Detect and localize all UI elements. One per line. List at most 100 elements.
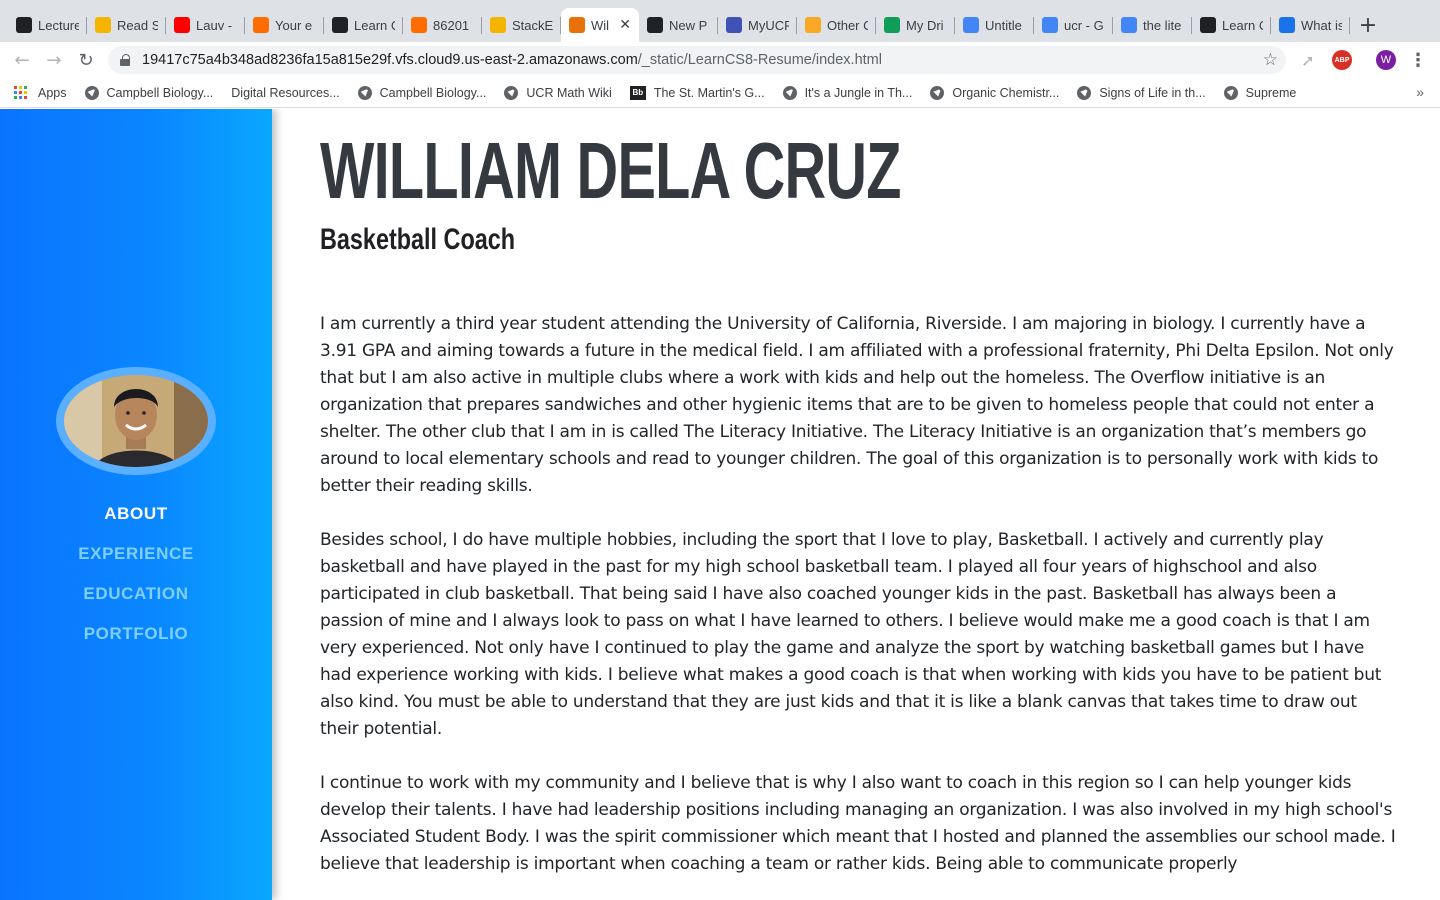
bookmark-item[interactable]: UCR Math Wiki [504, 85, 612, 100]
bookmark-label: Campbell Biology... [106, 85, 214, 100]
browser-tab[interactable]: ucr - G [1034, 8, 1113, 42]
bookmark-star-icon[interactable]: ☆ [1263, 50, 1278, 70]
tab-label: Learn C [1222, 17, 1263, 33]
browser-tab[interactable]: 86201 [403, 8, 482, 42]
back-button[interactable]: ← [6, 42, 38, 78]
nav-link-portfolio[interactable]: PORTFOLIO [0, 619, 272, 659]
stackedit-icon [490, 17, 506, 33]
close-tab-icon[interactable]: ✕ [616, 17, 631, 33]
browser-tab[interactable]: Your e [245, 8, 324, 42]
bookmarks-bar: Apps Campbell Biology... Digital Resources… [0, 78, 1440, 108]
browser-tab[interactable]: the lite [1113, 8, 1192, 42]
box-icon [411, 17, 427, 33]
bookmark-item[interactable]: Organic Chemistr... [930, 85, 1060, 100]
browser-tab[interactable]: Read S [87, 8, 166, 42]
forward-button[interactable]: → [38, 42, 70, 78]
cat-icon [332, 17, 348, 33]
tab-label: Other C [827, 17, 868, 33]
browser-tab[interactable]: Learn C [324, 8, 403, 42]
nav-link-about[interactable]: ABOUT [0, 499, 272, 539]
browser-tab[interactable]: Lauv - [166, 8, 245, 42]
profile-icon: W [1376, 50, 1396, 70]
extension-arrow-icon[interactable]: ➚ [1296, 42, 1320, 78]
browser-tab[interactable]: Wil ✕ [561, 8, 639, 42]
globe-icon [84, 85, 99, 100]
subtitle-role: Basketball Coach [320, 223, 516, 256]
bookmark-item[interactable]: Signs of Life in th... [1077, 85, 1206, 100]
browser-tab[interactable]: StackE [482, 8, 561, 42]
profile-photo [64, 375, 208, 467]
bookmark-label: Apps [38, 85, 67, 100]
blackboard-icon [16, 17, 32, 33]
browser-tab[interactable]: Learn C [1192, 8, 1271, 42]
browser-tab[interactable]: Untitle [955, 8, 1034, 42]
bookmark-item[interactable]: Digital Resources... [231, 86, 339, 100]
bookmark-label: It's a Jungle in Th... [804, 85, 913, 100]
adblock-extension-button[interactable]: ABP [1331, 42, 1353, 78]
browser-tab[interactable]: MyUCR [718, 8, 797, 42]
nav-link-experience[interactable]: EXPERIENCE [0, 539, 272, 579]
lock-icon [120, 54, 130, 66]
tab-label: StackE [512, 17, 553, 33]
apps-shortcut[interactable]: Apps [14, 85, 67, 100]
globe-icon [1223, 85, 1238, 100]
bookmark-item[interactable]: Bb The St. Martin's G... [629, 85, 765, 100]
main-content: WILLIAM DELA CRUZ Basketball Coach I am … [320, 109, 1400, 900]
arrow-right-icon: → [46, 49, 62, 71]
browser-tab[interactable]: My Dri [876, 8, 955, 42]
reload-button[interactable]: ↻ [70, 42, 102, 78]
globe-icon [504, 85, 519, 100]
bookmark-item[interactable]: It's a Jungle in Th... [782, 85, 913, 100]
apps-grid-icon [14, 85, 28, 100]
google-icon [1042, 17, 1058, 33]
google-icon [1121, 17, 1137, 33]
tab-label: Your e [275, 17, 313, 33]
tab-label: MyUCR [748, 17, 789, 33]
url-path: /_static/LearnCS8-Resume/index.html [637, 52, 882, 68]
tab-label: ucr - G [1064, 17, 1104, 33]
bookmark-label: Digital Resources... [231, 85, 340, 100]
address-bar[interactable]: 19417c75a4b348ad8236fa15a815e29f.vfs.clo… [108, 46, 1286, 74]
sidebar: ABOUT EXPERIENCE EDUCATION PORTFOLIO [0, 109, 272, 900]
nav-link-education[interactable]: EDUCATION [0, 579, 272, 619]
bio-paragraph: Besides school, I do have multiple hobbi… [320, 530, 1382, 739]
drive-icon [884, 17, 900, 33]
url-text: 19417c75a4b348ad8236fa15a815e29f.vfs.clo… [142, 52, 882, 68]
bookmark-label: UCR Math Wiki [526, 85, 612, 100]
tab-label: Learn C [354, 17, 395, 33]
globe-icon [782, 85, 797, 100]
cat-icon [1200, 17, 1216, 33]
box-icon [253, 17, 269, 33]
profile-avatar-button[interactable]: W [1374, 42, 1398, 78]
bio-paragraph: I continue to work with my community and… [320, 773, 1396, 874]
browser-tab[interactable]: What is [1271, 8, 1350, 42]
browser-tab[interactable]: New P [639, 8, 718, 42]
browser-menu-button[interactable]: ⋮ [1408, 42, 1428, 78]
reload-icon: ↻ [78, 49, 94, 71]
url-host: 19417c75a4b348ad8236fa15a815e29f.vfs.clo… [142, 52, 638, 68]
bookmark-item[interactable]: Supreme [1223, 85, 1296, 100]
more-bookmarks-icon[interactable]: » [1416, 84, 1424, 100]
basketball-icon [569, 17, 585, 33]
new-tab-button[interactable]: + [1352, 8, 1384, 42]
avatar-ring [56, 367, 216, 475]
avatar [64, 375, 208, 467]
bookmark-item[interactable]: Campbell Biology... [84, 85, 214, 100]
browser-tab[interactable]: Lecture [8, 8, 87, 42]
docs-icon [963, 17, 979, 33]
browser-tab[interactable]: Other C [797, 8, 876, 42]
bookmark-label: Organic Chemistr... [952, 85, 1060, 100]
github-icon [647, 17, 663, 33]
tab-label: What is [1301, 17, 1342, 33]
globe-icon [357, 85, 372, 100]
chart-icon [95, 17, 111, 33]
blackboard-icon: Bb [629, 85, 646, 100]
bookmark-item[interactable]: Campbell Biology... [357, 85, 486, 100]
tab-label: Read S [117, 17, 158, 33]
resume-page: ABOUT EXPERIENCE EDUCATION PORTFOLIO WILLIA… [0, 109, 1440, 900]
globe-icon [930, 85, 945, 100]
bookmark-label: The St. Martin's G... [653, 85, 765, 100]
browser-toolbar: ← → ↻ 19417c75a4b348ad8236fa15a815e29f.v… [0, 42, 1440, 78]
about-section: I am currently a third year student atte… [320, 311, 1400, 878]
bookmark-list: Apps Campbell Biology... Digital Resources… [14, 85, 1314, 100]
